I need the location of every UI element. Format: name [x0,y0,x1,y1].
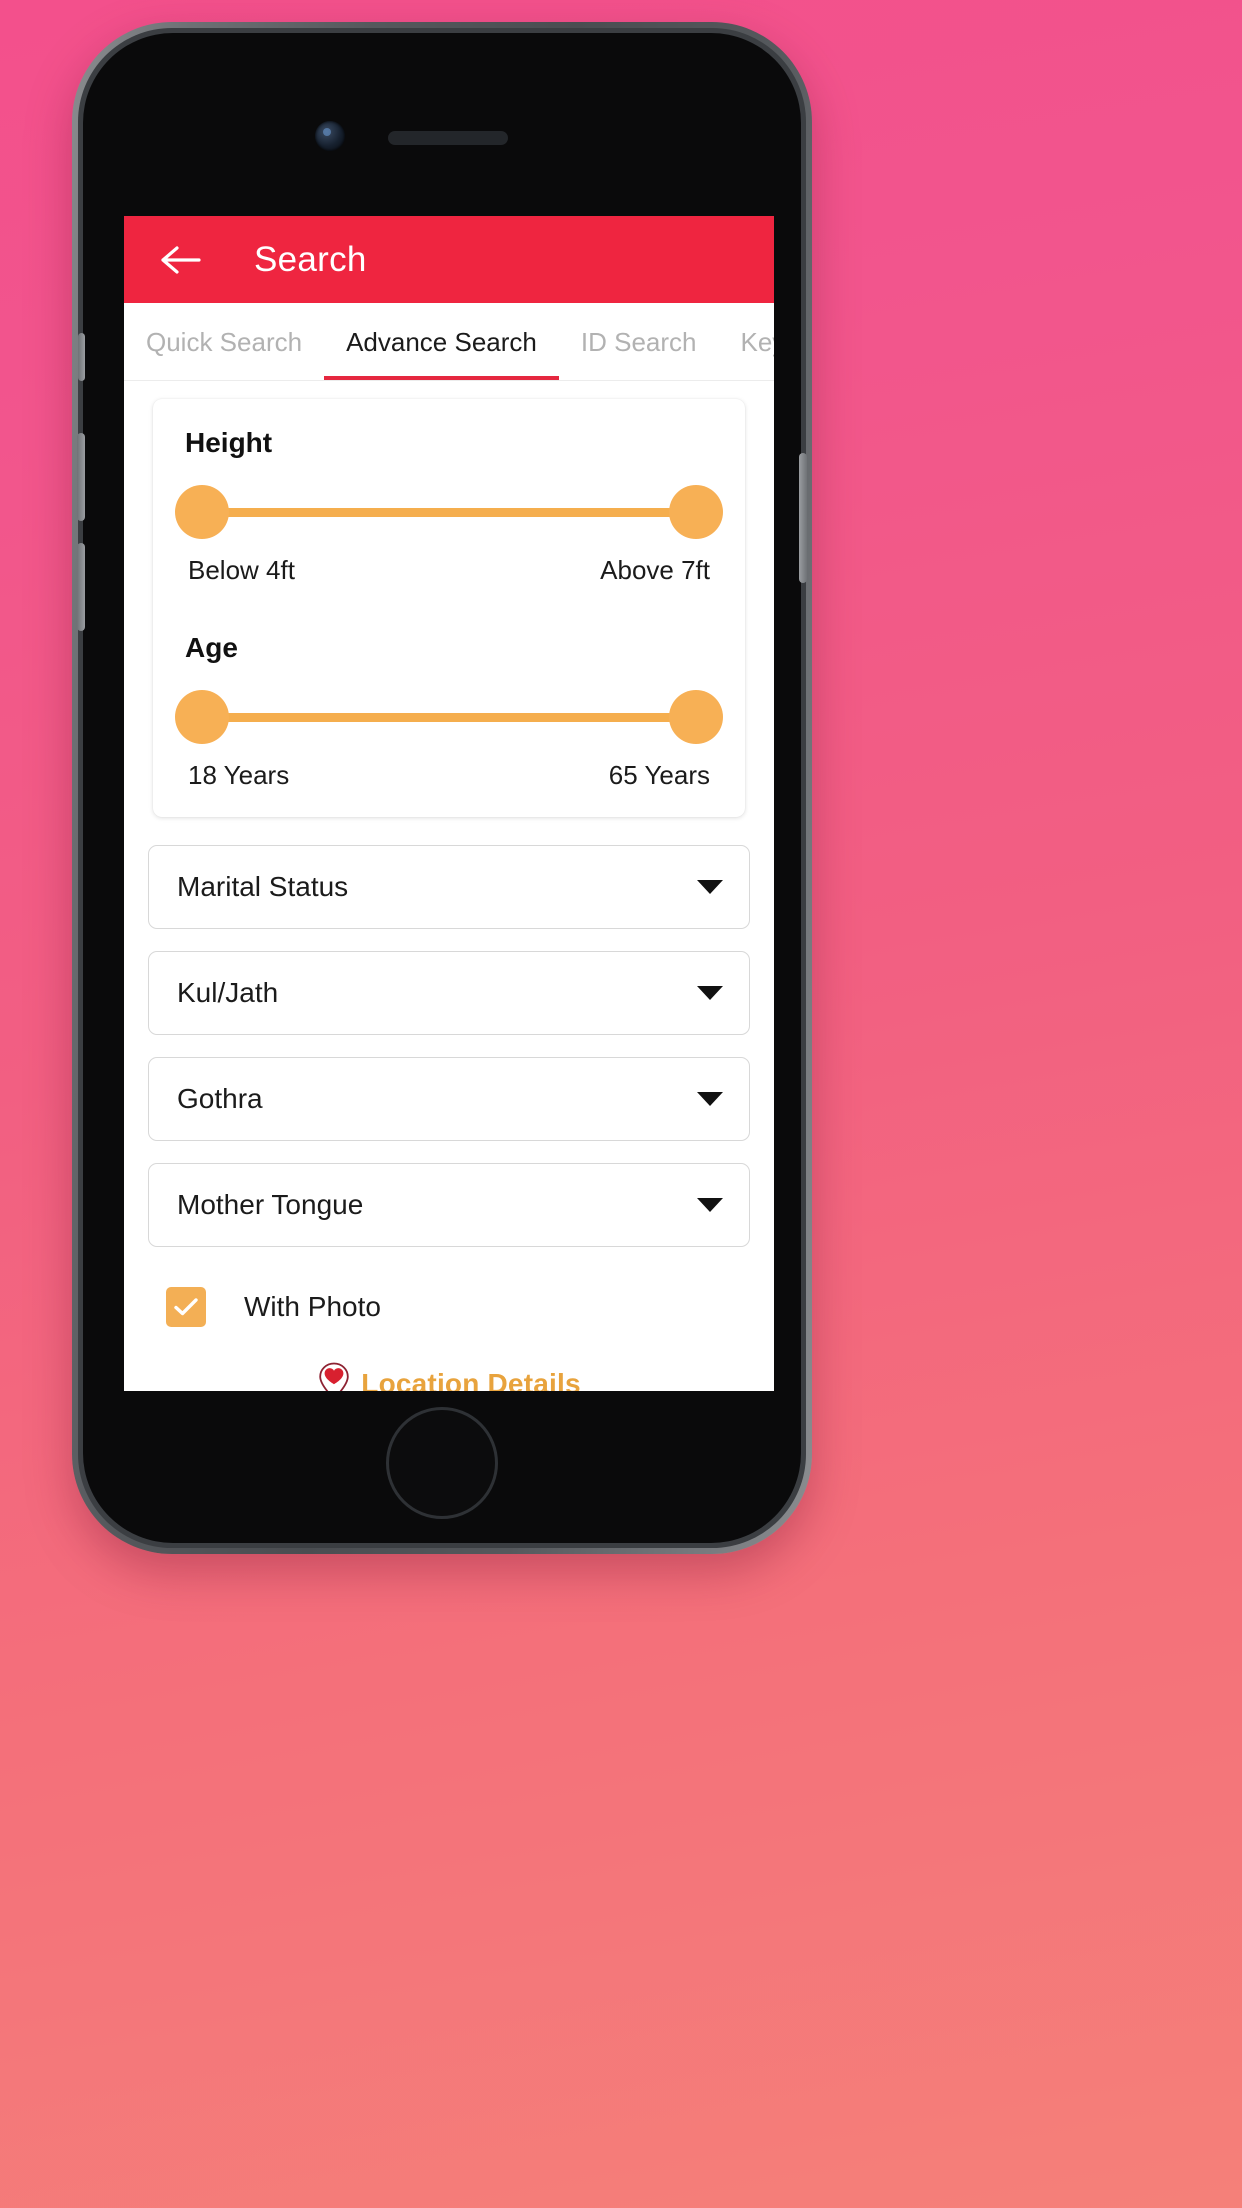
phone-frame: Search Quick Search Advance Search ID Se… [72,22,812,1554]
tab-id-search[interactable]: ID Search [559,303,719,381]
height-slider-track[interactable] [197,507,701,517]
dropdown-kul-jath-label: Kul/Jath [177,977,279,1008]
range-sliders-card: Height Below 4ft Above 7ft Age 18 Years … [153,399,745,817]
age-max-value: 65 Years [608,760,710,790]
chevron-down-icon [697,1198,723,1212]
phone-screen: Search Quick Search Advance Search ID Se… [124,216,774,1391]
age-slider-labels: 18 Years 65 Years [175,760,723,791]
dropdown-gothra-label: Gothra [177,1083,263,1114]
height-slider-max-knob[interactable] [669,485,723,539]
location-details-link[interactable]: Location Details [140,1361,758,1391]
height-range-slider[interactable] [175,481,723,543]
home-button[interactable] [386,1407,498,1519]
tab-bar: Quick Search Advance Search ID Search Ke… [124,303,774,381]
app-bar: Search [124,216,774,303]
with-photo-checkbox[interactable] [166,1287,206,1327]
power-button[interactable] [799,453,807,583]
height-label: Height [185,427,273,458]
with-photo-row[interactable]: With Photo [140,1287,758,1327]
earpiece-speaker [388,131,508,145]
height-max-value: Above 7ft [600,555,710,585]
height-slider-min-knob[interactable] [175,485,229,539]
back-arrow-icon[interactable] [158,237,204,283]
chevron-down-icon [697,1092,723,1106]
volume-down-button[interactable] [77,543,85,631]
chevron-down-icon [697,880,723,894]
age-range-slider[interactable] [175,686,723,748]
phone-body: Search Quick Search Advance Search ID Se… [77,33,807,1543]
silent-switch[interactable] [78,333,85,381]
tab-advance-search[interactable]: Advance Search [324,303,559,381]
height-slider-labels: Below 4ft Above 7ft [175,555,723,586]
advance-search-form: Height Below 4ft Above 7ft Age 18 Years … [124,381,774,1391]
age-min-value: 18 Years [188,760,290,790]
age-filter-group: Age 18 Years 65 Years [175,632,723,791]
dropdown-mother-tongue-label: Mother Tongue [177,1189,364,1220]
chevron-down-icon [697,986,723,1000]
height-min-value: Below 4ft [188,555,295,585]
dropdown-gothra[interactable]: Gothra [148,1057,750,1141]
location-details-label: Location Details [361,1367,581,1392]
age-slider-track[interactable] [197,712,701,722]
page-title: Search [254,239,367,279]
tab-quick-search[interactable]: Quick Search [124,303,324,381]
dropdown-marital-status[interactable]: Marital Status [148,845,750,929]
age-slider-max-knob[interactable] [669,690,723,744]
dropdown-mother-tongue[interactable]: Mother Tongue [148,1163,750,1247]
front-camera-icon [315,121,345,151]
volume-up-button[interactable] [77,433,85,521]
age-slider-min-knob[interactable] [175,690,229,744]
map-pin-heart-icon [317,1361,351,1391]
dropdown-kul-jath[interactable]: Kul/Jath [148,951,750,1035]
dropdown-group: Marital Status Kul/Jath Gothra Mother To… [140,845,758,1247]
tab-keyword-search[interactable]: Keyw [718,303,774,381]
tab-bar-divider [124,380,774,381]
dropdown-marital-status-label: Marital Status [177,871,349,902]
age-label: Age [185,632,238,663]
with-photo-label: With Photo [244,1291,381,1322]
height-filter-group: Height Below 4ft Above 7ft [175,427,723,586]
